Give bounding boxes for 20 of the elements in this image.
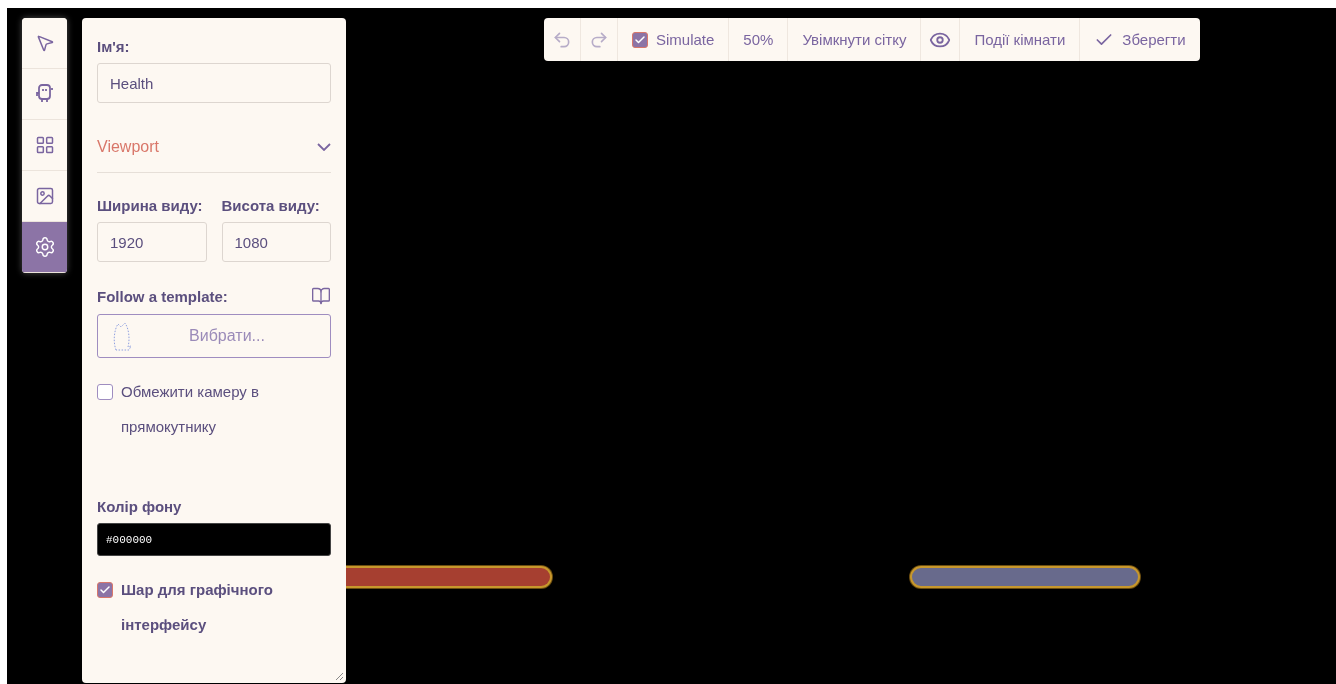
background-color-label: Колір фону	[97, 498, 183, 515]
checkbox-label: Шар для графічного інтерфейсу	[121, 580, 274, 635]
save-label: Зберегти	[1122, 31, 1186, 48]
height-field[interactable]: 1080	[221, 222, 331, 262]
simulate-label: Simulate	[656, 31, 715, 48]
template-label: Follow a template:	[97, 287, 228, 305]
template-button[interactable]: Вибрати...	[97, 314, 331, 358]
toolbar-button[interactable]: 50%	[729, 18, 789, 61]
name-field[interactable]: Health	[97, 63, 331, 103]
section-header[interactable]: Viewport	[97, 131, 331, 173]
save-button[interactable]: Зберегти	[1080, 18, 1200, 61]
toolbar-button[interactable]: Події кімнати	[960, 18, 1081, 61]
width-field[interactable]: 1920	[97, 222, 207, 262]
checkbox-label: Обмежити камеру в прямокутнику	[121, 382, 260, 437]
name-label: Ім'я:	[97, 38, 131, 55]
simulate-toggle[interactable]: Simulate	[618, 18, 730, 61]
toolbar-button[interactable]: Увімкнути сітку	[788, 18, 922, 61]
width-label: Ширина виду:	[97, 197, 204, 214]
height-label: Висота виду:	[221, 197, 321, 214]
color-field[interactable]: #000000	[97, 523, 331, 556]
